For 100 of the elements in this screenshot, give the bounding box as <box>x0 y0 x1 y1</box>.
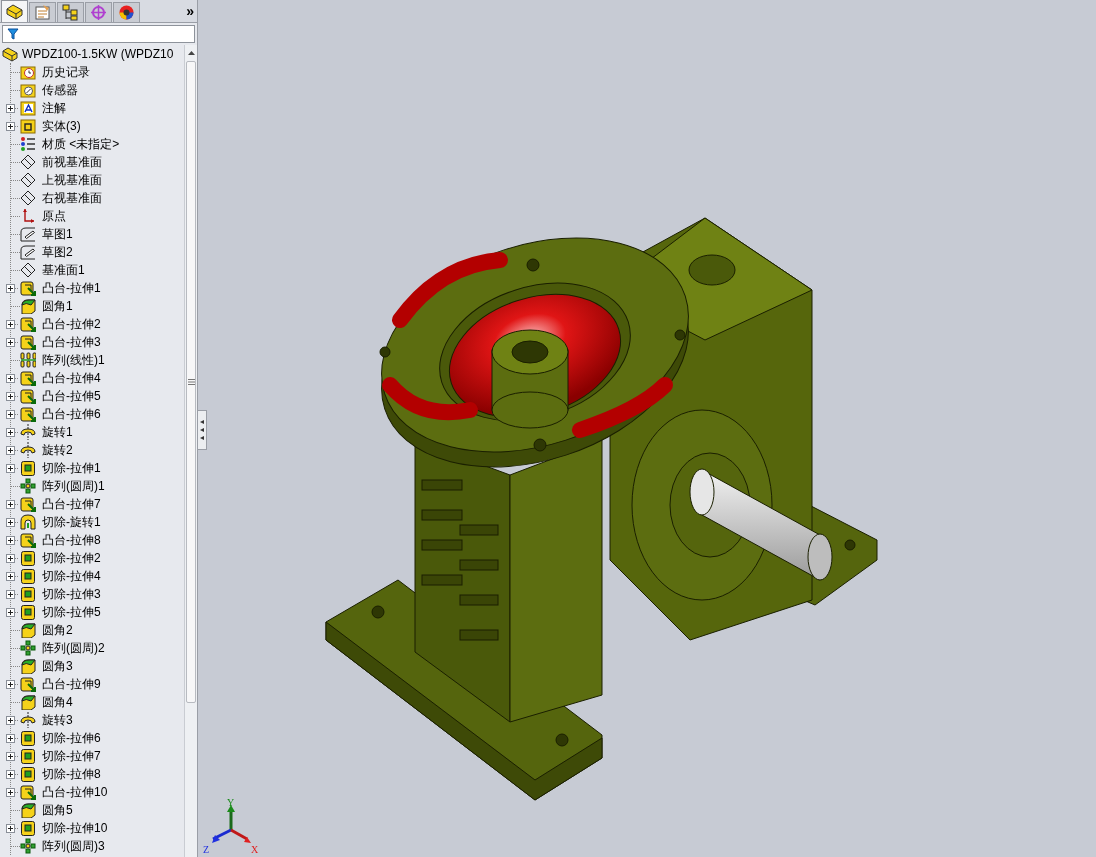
tree-item[interactable]: 凸台-拉伸2 <box>42 318 101 330</box>
tree-item[interactable]: 凸台-拉伸3 <box>42 336 101 348</box>
fillet-icon <box>20 802 36 818</box>
revolve-icon <box>20 424 36 440</box>
expand-icon[interactable] <box>6 373 15 383</box>
expand-icon[interactable] <box>6 409 15 419</box>
circular-pattern-icon <box>20 838 36 854</box>
configuration-tab[interactable] <box>57 2 84 22</box>
splitter-handle[interactable] <box>198 410 207 450</box>
tree-item[interactable]: 阵列(圆周)2 <box>42 642 105 654</box>
expand-icon[interactable] <box>6 589 15 599</box>
tree-item[interactable]: 切除-拉伸2 <box>42 552 101 564</box>
extrude-icon <box>20 784 36 800</box>
display-tab[interactable] <box>113 2 140 22</box>
expand-icon[interactable] <box>6 553 15 563</box>
linear-pattern-icon <box>20 352 36 368</box>
tree-item[interactable]: 历史记录 <box>42 66 90 78</box>
plane-icon <box>20 172 36 188</box>
tree-item[interactable]: 前视基准面 <box>42 156 102 168</box>
expand-icon[interactable] <box>6 679 15 689</box>
extrude-icon <box>20 532 36 548</box>
tree-item[interactable]: 基准面1 <box>42 264 85 276</box>
tree-item[interactable]: 草图2 <box>42 246 73 258</box>
tree-item[interactable]: 凸台-拉伸4 <box>42 372 101 384</box>
revolve-icon <box>20 712 36 728</box>
cut-extrude-icon <box>20 568 36 584</box>
scrollbar-thumb[interactable] <box>186 61 196 703</box>
tree-item[interactable]: 注解 <box>42 102 66 114</box>
tree-item[interactable]: 切除-拉伸3 <box>42 588 101 600</box>
expand-icon[interactable] <box>6 463 15 473</box>
tree-item[interactable]: 圆角1 <box>42 300 73 312</box>
tree-item[interactable]: 圆角3 <box>42 660 73 672</box>
tree-item[interactable]: 凸台-拉伸1 <box>42 282 101 294</box>
expand-icon[interactable] <box>6 535 15 545</box>
axis-triad-icon <box>212 805 251 843</box>
tree-item[interactable]: 切除-旋转1 <box>42 516 101 528</box>
scrollbar[interactable] <box>184 45 197 857</box>
tree-item[interactable]: 切除-拉伸7 <box>42 750 101 762</box>
expand-icon[interactable] <box>6 445 15 455</box>
expand-icon[interactable] <box>6 319 15 329</box>
tree-item[interactable]: 凸台-拉伸7 <box>42 498 101 510</box>
tree-item[interactable]: 凸台-拉伸6 <box>42 408 101 420</box>
expand-icon[interactable] <box>6 517 15 527</box>
circular-pattern-icon <box>20 640 36 656</box>
tree-item[interactable]: 旋转1 <box>42 426 73 438</box>
tree-item[interactable]: 切除-拉伸1 <box>42 462 101 474</box>
expand-icon[interactable] <box>6 769 15 779</box>
cut-extrude-icon <box>20 748 36 764</box>
expand-icon[interactable] <box>6 427 15 437</box>
expand-icon[interactable] <box>6 499 15 509</box>
tree-item[interactable]: 圆角2 <box>42 624 73 636</box>
solid-folder-icon <box>20 118 36 134</box>
scroll-up-icon[interactable] <box>187 51 195 55</box>
filter-field[interactable] <box>2 25 195 43</box>
expand-icon[interactable] <box>6 823 15 833</box>
tree-item[interactable]: 旋转3 <box>42 714 73 726</box>
expand-icon[interactable] <box>6 787 15 797</box>
tree-item[interactable]: 圆角4 <box>42 696 73 708</box>
tree-item[interactable]: 实体(3) <box>42 120 81 132</box>
tree-item[interactable]: 切除-拉伸4 <box>42 570 101 582</box>
tree-item[interactable]: 右视基准面 <box>42 192 102 204</box>
filter-icon <box>7 28 19 40</box>
expand-icon[interactable] <box>6 733 15 743</box>
tree-item[interactable]: 阵列(线性)1 <box>42 354 105 366</box>
extrude-icon <box>20 334 36 350</box>
more-tabs-button[interactable]: » <box>186 4 194 18</box>
expand-icon[interactable] <box>6 121 15 131</box>
tree-item[interactable]: 阵列(圆周)3 <box>42 840 105 852</box>
tree-item[interactable]: 圆角5 <box>42 804 73 816</box>
tree-item[interactable]: 材质 <未指定> <box>42 138 120 150</box>
tree-item[interactable]: 凸台-拉伸8 <box>42 534 101 546</box>
expand-icon[interactable] <box>6 391 15 401</box>
expand-icon[interactable] <box>6 715 15 725</box>
extrude-icon <box>20 280 36 296</box>
tree-item[interactable]: 阵列(圆周)1 <box>42 480 105 492</box>
tree-item[interactable]: 上视基准面 <box>42 174 102 186</box>
part-name[interactable]: WPDZ100-1.5KW (WPDZ10 <box>22 45 174 63</box>
extrude-icon <box>20 370 36 386</box>
expand-icon[interactable] <box>6 751 15 761</box>
tree-item[interactable]: 凸台-拉伸10 <box>42 786 108 798</box>
fillet-icon <box>20 658 36 674</box>
expand-icon[interactable] <box>6 607 15 617</box>
annotation-folder-icon <box>20 100 36 116</box>
tree-item[interactable]: 凸台-拉伸5 <box>42 390 101 402</box>
cut-extrude-icon <box>20 550 36 566</box>
tree-item[interactable]: 传感器 <box>42 84 78 96</box>
tree-item[interactable]: 切除-拉伸6 <box>42 732 101 744</box>
tree-item[interactable]: 原点 <box>42 210 66 222</box>
expand-icon[interactable] <box>6 337 15 347</box>
cut-extrude-icon <box>20 460 36 476</box>
expand-icon[interactable] <box>6 283 15 293</box>
tree-item[interactable]: 切除-拉伸10 <box>42 822 108 834</box>
feature-tree-tab[interactable] <box>1 0 28 22</box>
tree-item[interactable]: 切除-拉伸5 <box>42 606 101 618</box>
tree-item[interactable]: 草图1 <box>42 228 73 240</box>
tree-item[interactable]: 切除-拉伸8 <box>42 768 101 780</box>
tree-item[interactable]: 凸台-拉伸9 <box>42 678 101 690</box>
expand-icon[interactable] <box>6 571 15 581</box>
tree-item[interactable]: 旋转2 <box>42 444 73 456</box>
expand-icon[interactable] <box>6 103 15 113</box>
